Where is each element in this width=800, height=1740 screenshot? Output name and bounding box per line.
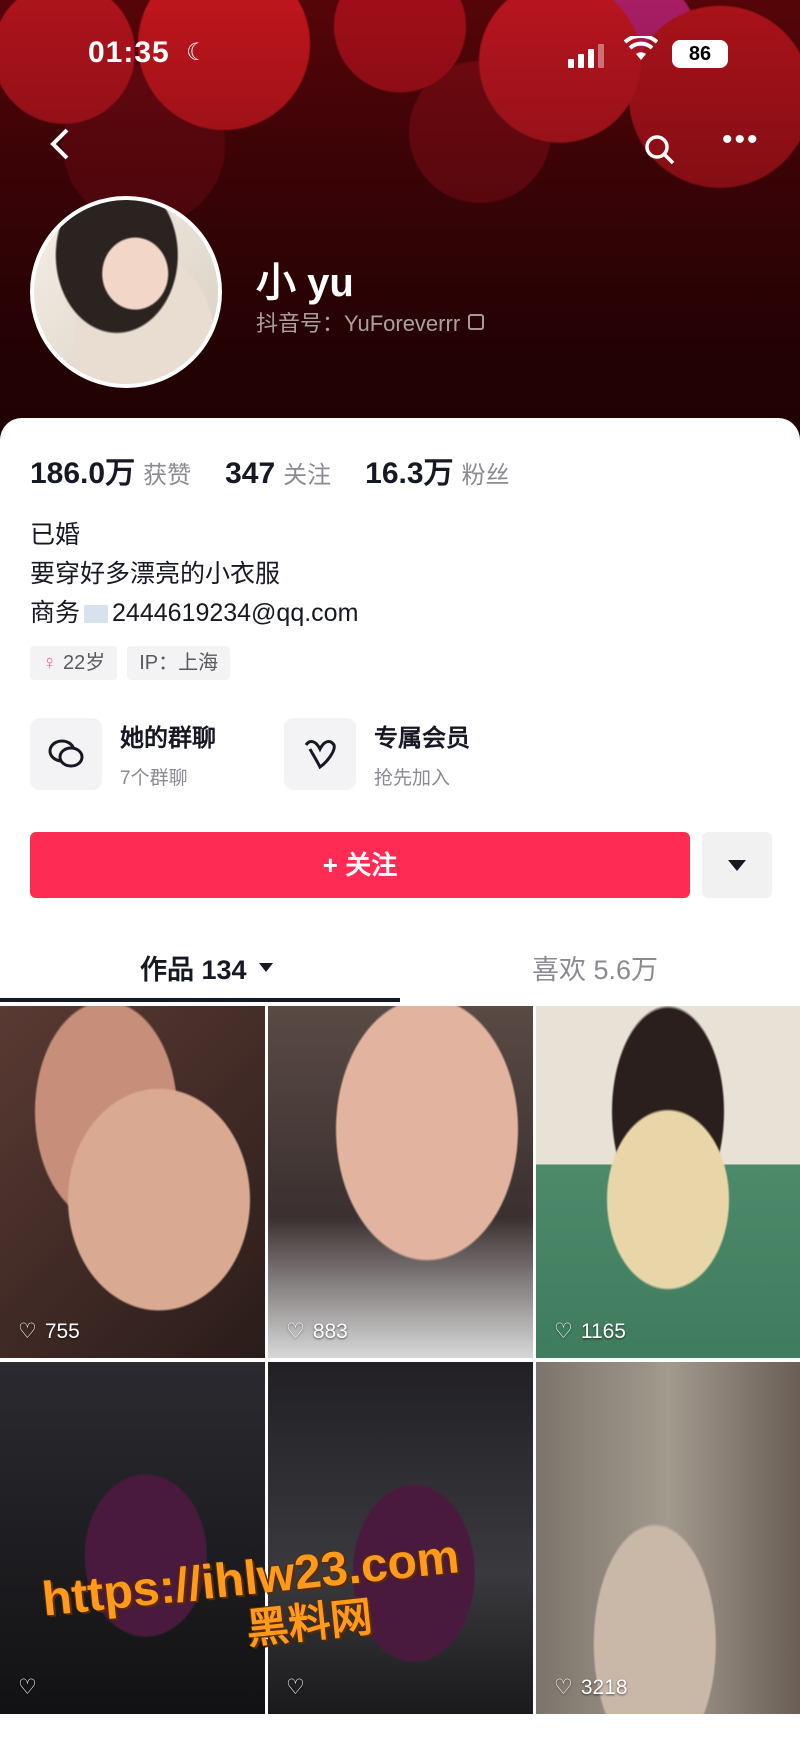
video-likes-count: 883 xyxy=(312,1319,348,1343)
more-icon: ••• xyxy=(722,123,760,156)
membership-entry[interactable]: 专属会员 抢先加入 xyxy=(284,718,538,790)
video-thumbnail[interactable]: ♡ 1165 xyxy=(536,1006,800,1358)
following-label: 关注 xyxy=(283,462,332,489)
video-thumbnail[interactable]: ♡ 3218 xyxy=(536,1362,800,1714)
followers-label: 粉丝 xyxy=(461,462,510,489)
video-likes: ♡ 755 xyxy=(18,1319,80,1344)
video-thumbnail[interactable]: ♡ 755 xyxy=(0,1006,265,1358)
video-thumbnail[interactable]: ♡ 883 xyxy=(268,1006,533,1358)
copy-icon[interactable] xyxy=(468,314,485,330)
video-likes-count: 1165 xyxy=(580,1319,626,1343)
profile-bio: 已婚 要穿好多漂亮的小衣服 商务 2444619234@qq.com xyxy=(30,516,358,633)
heart-icon: ♡ xyxy=(554,1320,573,1343)
search-icon xyxy=(645,135,675,165)
profile-stats: 186.0万 获赞 347 关注 16.3万 粉丝 xyxy=(30,448,544,492)
bio-contact: 商务 2444619234@qq.com xyxy=(30,594,358,633)
douyin-id-text: 抖音号：YuForeverrr xyxy=(256,311,461,336)
age-text: 22岁 xyxy=(63,652,106,674)
tab-indicator xyxy=(0,998,400,1002)
tab-likes[interactable]: 喜欢 5.6万 xyxy=(532,948,658,987)
mail-icon xyxy=(84,605,109,623)
caret-down-icon xyxy=(728,859,746,871)
moon-icon: ☾ xyxy=(186,39,208,66)
bio-line: 要穿好多漂亮的小衣服 xyxy=(30,560,281,588)
follow-button[interactable]: + 关注 xyxy=(30,832,690,898)
status-bar: 01:35 ☾ 86 xyxy=(0,0,800,100)
video-likes: ♡ 3218 xyxy=(554,1675,628,1700)
profile-tags: ♀ 22岁 IP：上海 xyxy=(30,646,231,680)
bio-line: 已婚 xyxy=(30,521,81,549)
profile-name: 小 yu xyxy=(256,261,354,305)
back-button[interactable] xyxy=(40,124,80,171)
chevron-left-icon xyxy=(50,128,69,160)
profile-screen: 01:35 ☾ 86 ••• 小 yu 抖音号：YuForeverrr 186.… xyxy=(0,0,800,1740)
membership-subtitle: 抢先加入 xyxy=(374,768,451,789)
feature-entries: 她的群聊 7个群聊 专属会员 抢先加入 xyxy=(30,718,538,790)
video-likes-count: 755 xyxy=(44,1319,80,1343)
video-likes-count: 3218 xyxy=(580,1675,628,1699)
female-icon: ♀ xyxy=(42,652,57,674)
group-chat-subtitle: 7个群聊 xyxy=(120,768,188,789)
more-options-button[interactable]: ••• xyxy=(722,125,760,155)
group-chat-title: 她的群聊 xyxy=(120,725,216,752)
follow-more-button[interactable] xyxy=(702,832,772,898)
followers-count[interactable]: 16.3万 xyxy=(365,448,453,492)
following-count[interactable]: 347 xyxy=(225,457,275,491)
video-likes: ♡ 883 xyxy=(286,1319,348,1344)
ip-tag: IP：上海 xyxy=(127,646,231,680)
video-likes: ♡ xyxy=(18,1675,45,1700)
heart-icon: ♡ xyxy=(286,1320,305,1343)
avatar[interactable] xyxy=(30,196,222,388)
douyin-id[interactable]: 抖音号：YuForeverrr xyxy=(256,306,485,338)
likes-label: 获赞 xyxy=(143,462,192,489)
tab-works[interactable]: 作品 134 xyxy=(140,948,273,987)
heart-icon: ♡ xyxy=(286,1676,305,1699)
wifi-icon xyxy=(623,33,659,69)
membership-title: 专属会员 xyxy=(374,725,470,752)
video-likes: ♡ xyxy=(286,1675,313,1700)
heart-icon: ♡ xyxy=(18,1676,37,1699)
heart-icon: ♡ xyxy=(554,1676,573,1699)
video-likes: ♡ 1165 xyxy=(554,1319,626,1344)
heart-icon: ♡ xyxy=(18,1320,37,1343)
battery-indicator: 86 xyxy=(672,40,728,68)
bio-email: 2444619234@qq.com xyxy=(112,599,359,627)
group-chat-icon xyxy=(30,718,102,790)
age-tag: ♀ 22岁 xyxy=(30,646,118,680)
search-button[interactable] xyxy=(642,132,678,173)
membership-icon xyxy=(284,718,356,790)
group-chat-entry[interactable]: 她的群聊 7个群聊 xyxy=(30,718,284,790)
bio-business-label: 商务 xyxy=(30,599,81,627)
likes-count[interactable]: 186.0万 xyxy=(30,448,135,492)
signal-icon xyxy=(568,42,604,68)
clock: 01:35 xyxy=(88,36,170,69)
caret-down-icon xyxy=(258,963,273,972)
tab-works-label: 作品 134 xyxy=(140,955,247,985)
